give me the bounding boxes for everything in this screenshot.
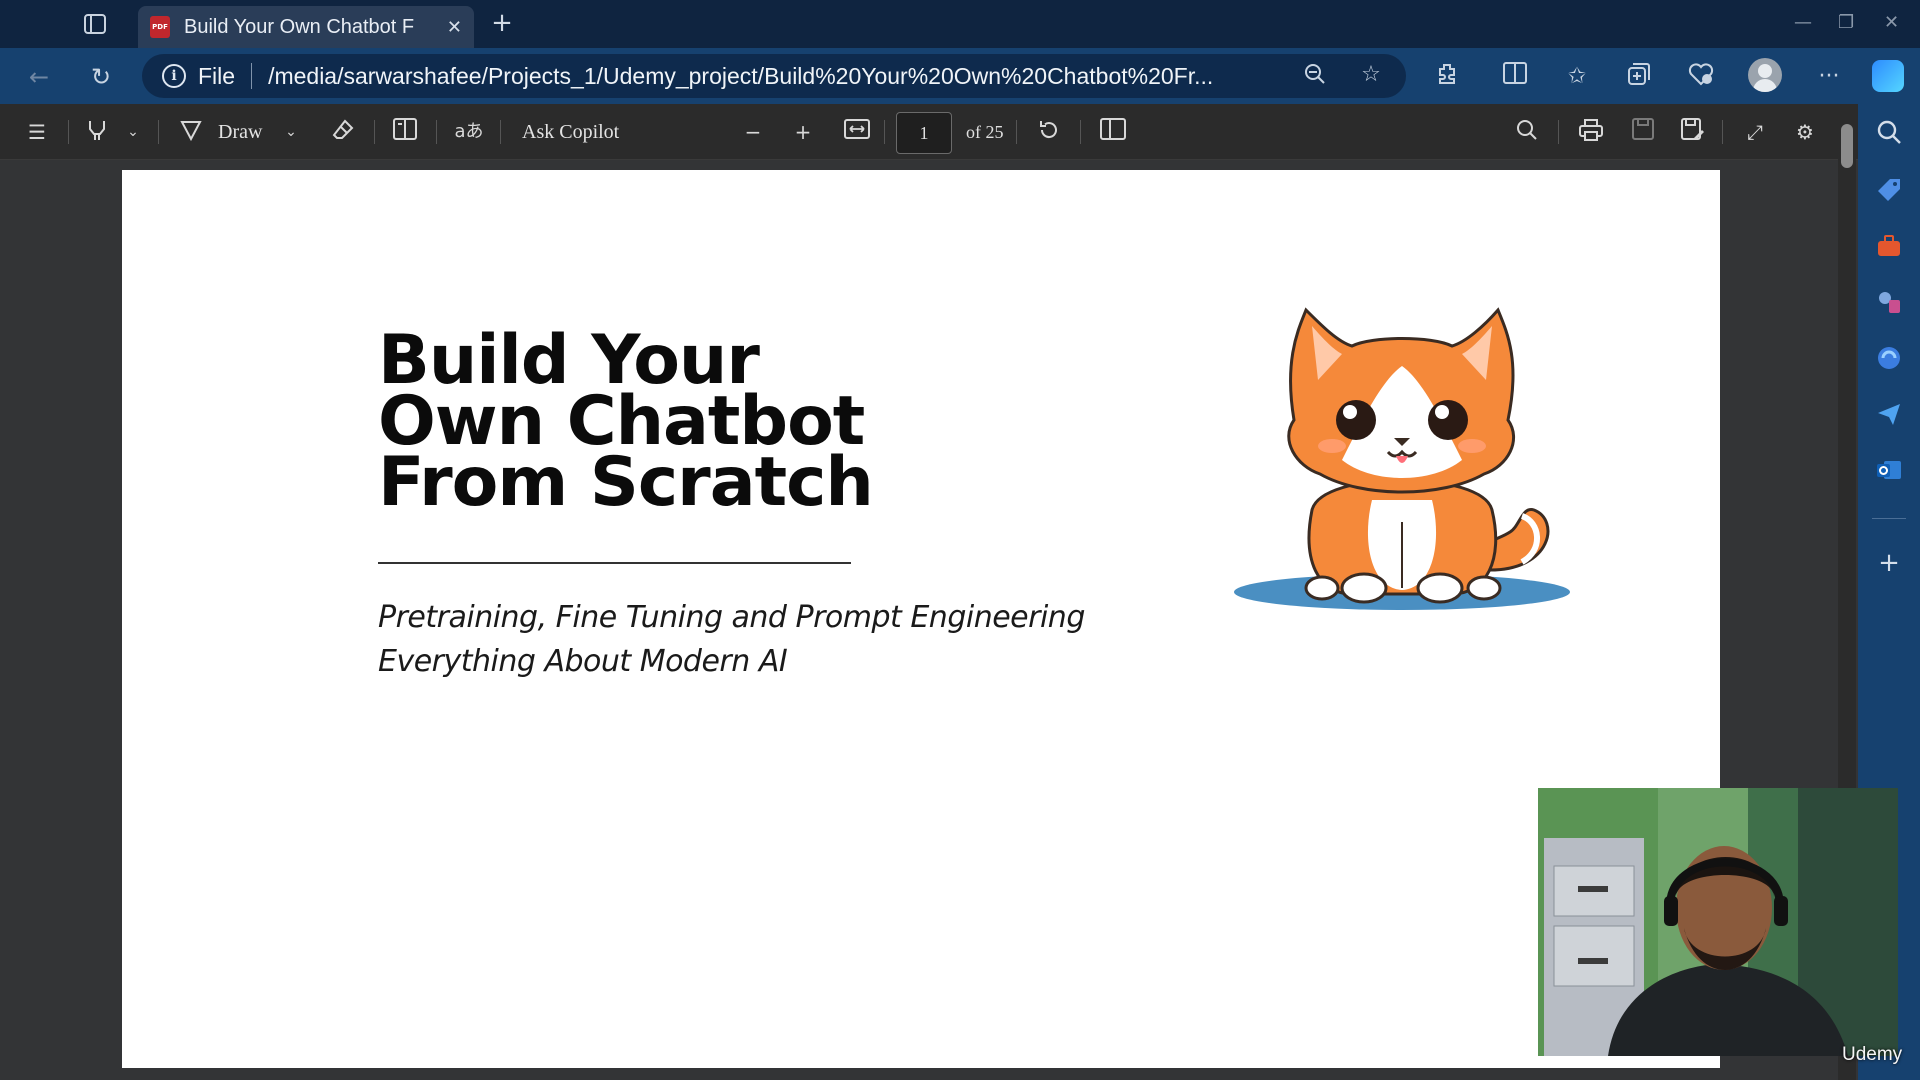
page-number-input[interactable]: 1	[896, 112, 952, 154]
subtitle-line-1: Pretraining, Fine Tuning and Prompt Engi…	[378, 600, 1085, 635]
instructor-video-frame	[1538, 788, 1898, 1056]
scrollbar-thumb[interactable]	[1841, 124, 1853, 168]
eraser-icon[interactable]	[328, 118, 358, 146]
address-url[interactable]: /media/sarwarshafee/Projects_1/Udemy_pro…	[268, 63, 1308, 90]
favorites-icon[interactable]: ✩	[1562, 62, 1592, 92]
pdf-toolbar: ☰ ⌄ Draw ⌄ aあ Ask Copilot − + 1 of 25 ⤢ …	[0, 104, 1858, 160]
back-icon[interactable]: ←	[24, 62, 54, 92]
active-tab[interactable]: PDF Build Your Own Chatbot F ✕	[138, 6, 474, 48]
print-icon[interactable]	[1576, 118, 1606, 146]
outlook-icon[interactable]	[1875, 456, 1903, 484]
two-page-view-icon[interactable]	[1098, 118, 1128, 146]
pdf-settings-icon[interactable]: ⚙	[1790, 118, 1820, 146]
address-separator	[251, 63, 253, 89]
profile-avatar[interactable]	[1748, 58, 1782, 92]
pdf-icon: PDF	[150, 16, 170, 38]
zoom-in-pdf-icon[interactable]: +	[790, 118, 816, 146]
title-divider	[378, 562, 851, 564]
copilot-sidebar-icon[interactable]	[1875, 344, 1903, 372]
title-line-3: From Scratch	[378, 443, 874, 522]
fit-to-width-icon[interactable]	[842, 118, 872, 146]
draw-dropdown-icon[interactable]: ⌄	[280, 118, 302, 146]
full-screen-icon[interactable]: ⤢	[1740, 118, 1770, 146]
copilot-icon[interactable]	[1872, 60, 1904, 92]
save-icon[interactable]	[1628, 118, 1658, 146]
page-view-icon[interactable]	[390, 118, 420, 146]
save-as-icon[interactable]	[1678, 118, 1708, 146]
minimize-icon[interactable]: —	[1794, 12, 1812, 33]
refresh-icon[interactable]: ↻	[86, 62, 116, 92]
shopping-tag-icon[interactable]	[1875, 176, 1903, 204]
highlight-dropdown-icon[interactable]: ⌄	[122, 118, 144, 146]
draw-icon[interactable]	[176, 118, 206, 146]
ask-copilot-button[interactable]: Ask Copilot	[522, 118, 632, 146]
new-tab-icon[interactable]: +	[488, 10, 516, 38]
address-bar[interactable]: i File /media/sarwarshafee/Projects_1/Ud…	[142, 54, 1406, 98]
webcam-overlay	[1538, 788, 1898, 1056]
document-title: Build Your Own Chatbot From Scratch	[378, 327, 938, 522]
zoom-out-icon[interactable]	[1302, 62, 1328, 88]
games-icon[interactable]	[1875, 288, 1903, 316]
split-screen-icon[interactable]	[1500, 62, 1530, 92]
tab-bar: PDF Build Your Own Chatbot F ✕ + — ❐ ✕	[0, 0, 1920, 48]
read-aloud-translate-icon[interactable]: aあ	[452, 118, 486, 146]
pdf-page: Build Your Own Chatbot From Scratch Pret…	[122, 170, 1720, 1068]
document-subtitle: Pretraining, Fine Tuning and Prompt Engi…	[378, 596, 1178, 684]
info-icon[interactable]: i	[162, 64, 186, 88]
extensions-icon[interactable]	[1432, 62, 1462, 92]
tab-actions-icon[interactable]	[78, 10, 112, 38]
page-total-label: of 25	[966, 122, 1004, 142]
highlight-icon[interactable]	[82, 118, 112, 146]
zoom-out-pdf-icon[interactable]: −	[740, 118, 766, 146]
send-icon[interactable]	[1875, 400, 1903, 428]
cat-illustration	[1234, 307, 1570, 610]
sidebar-add-icon[interactable]: +	[1876, 550, 1902, 576]
rotate-icon[interactable]	[1034, 118, 1064, 146]
udemy-watermark: Udemy	[1842, 1044, 1903, 1065]
sidebar-divider	[1872, 518, 1906, 519]
close-tab-icon[interactable]: ✕	[447, 17, 462, 38]
subtitle-line-2: Everything About Modern AI	[378, 644, 788, 679]
restore-icon[interactable]: ❐	[1838, 12, 1854, 33]
draw-label[interactable]: Draw	[218, 118, 268, 146]
favorite-star-icon[interactable]: ☆	[1358, 62, 1384, 88]
tools-briefcase-icon[interactable]	[1875, 232, 1903, 260]
table-of-contents-icon[interactable]: ☰	[22, 118, 52, 146]
browser-essentials-icon[interactable]	[1686, 62, 1716, 92]
address-scheme-label: File	[198, 62, 236, 89]
close-window-icon[interactable]: ✕	[1884, 12, 1899, 33]
more-options-icon[interactable]: ···	[1814, 62, 1844, 92]
search-pdf-icon[interactable]	[1512, 118, 1542, 146]
sidebar-search-icon[interactable]	[1875, 118, 1903, 146]
tab-title: Build Your Own Chatbot F	[184, 15, 415, 38]
collections-icon[interactable]	[1624, 62, 1654, 92]
